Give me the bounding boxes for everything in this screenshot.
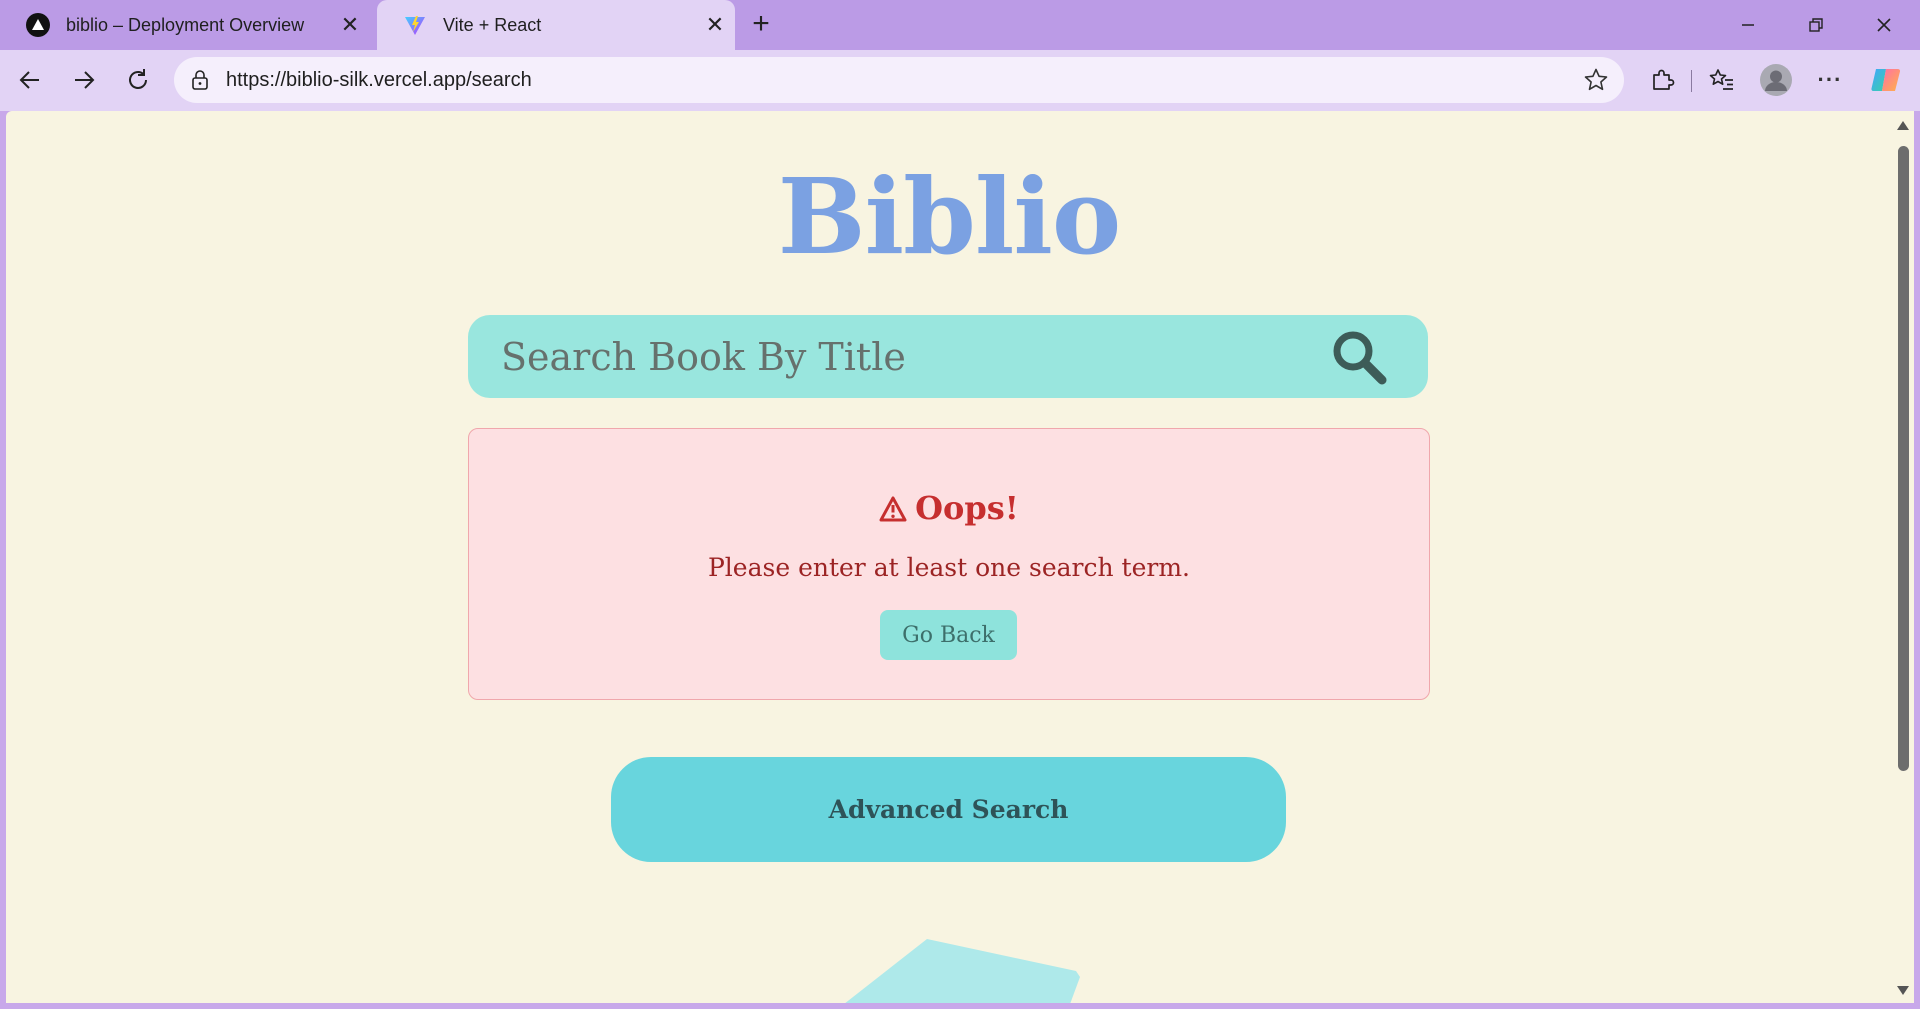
forward-arrow-icon[interactable] xyxy=(64,60,104,100)
search-icon[interactable] xyxy=(1324,322,1394,392)
go-back-button[interactable]: Go Back xyxy=(880,610,1017,660)
close-tab-icon[interactable]: ✕ xyxy=(330,12,370,38)
close-window-icon[interactable] xyxy=(1850,0,1918,50)
vercel-triangle-icon xyxy=(26,13,50,37)
copilot-icon[interactable] xyxy=(1866,60,1906,100)
browser-toolbar: https://biblio-silk.vercel.app/search ··… xyxy=(0,50,1920,111)
favorite-star-icon[interactable] xyxy=(1582,67,1610,93)
scroll-up-arrow-icon[interactable] xyxy=(1897,121,1909,130)
error-title-text: Oops! xyxy=(915,489,1019,527)
site-info-lock-icon[interactable] xyxy=(188,69,212,91)
error-alert: Oops! Please enter at least one search t… xyxy=(468,428,1430,700)
tab-strip: biblio – Deployment Overview ✕ Vite + Re… xyxy=(0,0,1920,50)
favorites-list-icon[interactable] xyxy=(1702,60,1742,100)
more-options-icon[interactable]: ··· xyxy=(1810,60,1850,100)
search-input[interactable] xyxy=(468,315,1324,398)
error-message: Please enter at least one search term. xyxy=(707,553,1190,582)
advanced-search-button[interactable]: Advanced Search xyxy=(611,757,1286,862)
minimize-icon[interactable] xyxy=(1714,0,1782,50)
new-tab-button[interactable]: + xyxy=(742,6,780,44)
page-viewport: Biblio Oops! Please enter at least one s… xyxy=(6,111,1892,1003)
extensions-puzzle-icon[interactable] xyxy=(1642,60,1682,100)
url-text[interactable]: https://biblio-silk.vercel.app/search xyxy=(226,69,1582,92)
tab-title: Vite + React xyxy=(443,14,542,35)
close-tab-icon[interactable]: ✕ xyxy=(695,12,735,38)
decorative-book-shape xyxy=(845,939,1080,1003)
error-title: Oops! xyxy=(469,489,1429,530)
warning-icon xyxy=(879,492,907,530)
tab-vite-react[interactable]: Vite + React ✕ xyxy=(377,0,735,50)
reload-icon[interactable] xyxy=(118,60,158,100)
scroll-thumb[interactable] xyxy=(1898,146,1909,771)
profile-avatar-icon[interactable] xyxy=(1756,60,1796,100)
vite-icon xyxy=(403,13,427,37)
restore-icon[interactable] xyxy=(1782,0,1850,50)
back-arrow-icon[interactable] xyxy=(10,60,50,100)
toolbar-divider xyxy=(1691,70,1692,92)
site-logo[interactable]: Biblio xyxy=(6,155,1892,278)
search-bar xyxy=(468,315,1428,398)
tab-biblio-deployment[interactable]: biblio – Deployment Overview ✕ xyxy=(0,0,370,50)
scroll-down-arrow-icon[interactable] xyxy=(1897,986,1909,995)
address-bar[interactable]: https://biblio-silk.vercel.app/search xyxy=(174,57,1624,103)
page-scrollbar[interactable] xyxy=(1892,111,1914,1003)
tab-title: biblio – Deployment Overview xyxy=(66,14,305,35)
